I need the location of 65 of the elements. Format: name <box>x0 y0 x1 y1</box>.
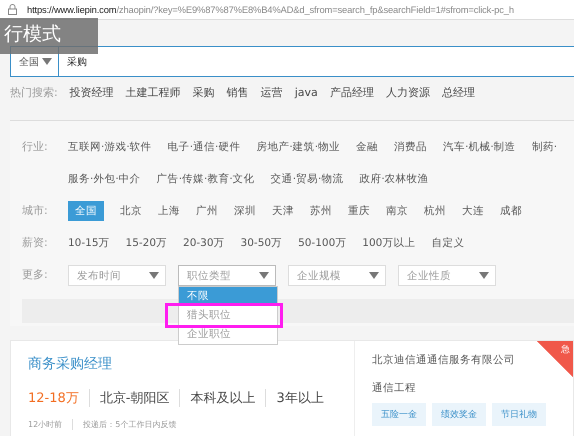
filter-option[interactable]: 100万以上 <box>362 233 416 253</box>
benefit-tag: 节日礼物 <box>492 403 546 426</box>
region-select[interactable]: 全国 <box>11 47 59 76</box>
caret-icon <box>479 272 489 279</box>
caret-icon <box>259 272 269 279</box>
hot-search-link[interactable]: java <box>294 86 318 98</box>
filter-option[interactable]: 制药· <box>532 137 558 157</box>
search-input[interactable]: 采购 <box>59 47 574 76</box>
filter-label: 行业: <box>22 139 49 155</box>
filter-option[interactable]: 成都 <box>500 201 522 221</box>
benefit-tag: 绩效奖金 <box>432 403 486 426</box>
filter-label: 更多: <box>22 267 49 283</box>
feedback-text: 投递后：5个工作日内反馈 <box>72 419 186 430</box>
filter-option[interactable]: 10-15万 <box>68 233 110 253</box>
filter-option[interactable]: 房地产·建筑·物业 <box>256 137 340 157</box>
hot-search-link[interactable]: 运营 <box>260 84 283 100</box>
filter-option[interactable]: 深圳 <box>234 201 256 221</box>
filter-option[interactable]: 交通·贸易·物流 <box>270 169 344 189</box>
lock-icon <box>8 4 17 15</box>
filter-option[interactable]: 广告·传媒·教育·文化 <box>156 169 255 189</box>
urgent-badge: 急 <box>537 341 573 377</box>
hot-search-link[interactable]: 销售 <box>226 84 249 100</box>
caret-icon <box>369 272 379 279</box>
hot-search-link[interactable]: 采购 <box>192 84 215 100</box>
filter-option[interactable]: 北京 <box>120 201 142 221</box>
filter-option[interactable]: 30-50万 <box>240 233 282 253</box>
hot-search-link[interactable]: 产品经理 <box>330 84 374 100</box>
toast-text: 行模式 <box>4 22 61 47</box>
salary-text: 12-18万 <box>28 390 80 407</box>
filter-option[interactable]: 杭州 <box>424 201 446 221</box>
filter-option[interactable]: 苏州 <box>310 201 332 221</box>
hot-search-link[interactable]: 投资经理 <box>70 84 114 100</box>
job-title[interactable]: 商务采购经理 <box>28 355 112 373</box>
hot-search-label: 热门搜索: <box>10 84 58 100</box>
search-field[interactable]: 全国 采购 <box>10 46 574 77</box>
filter-option[interactable]: 政府·农林牧渔 <box>359 169 429 189</box>
caret-icon <box>42 58 52 65</box>
industry-text: 通信工程 <box>372 381 417 395</box>
hot-search-link[interactable]: 人力资源 <box>386 84 430 100</box>
filter-option[interactable]: 天津 <box>272 201 294 221</box>
filter-option[interactable]: 消费品 <box>394 137 428 157</box>
filter-option[interactable]: 重庆 <box>348 201 370 221</box>
caret-icon <box>149 272 159 279</box>
location-text: 北京-朝阳区 <box>88 389 180 407</box>
filter-option[interactable]: 15-20万 <box>126 233 168 253</box>
filter-option[interactable]: 大连 <box>462 201 484 221</box>
filter-label: 城市: <box>22 203 49 219</box>
filter-option[interactable]: 广州 <box>196 201 218 221</box>
filter-option[interactable]: 服务·外包·中介 <box>68 169 141 189</box>
filter-option[interactable]: 50-100万 <box>298 233 346 253</box>
filter-label: 薪资: <box>22 235 49 251</box>
education-text: 本科及以上 <box>179 389 266 407</box>
filter-option[interactable]: 电子·通信·硬件 <box>168 137 240 157</box>
filter-option[interactable]: 20-30万 <box>183 233 225 253</box>
hot-search-link[interactable]: 总经理 <box>442 84 475 100</box>
filter-option[interactable]: 金融 <box>356 137 378 157</box>
experience-text: 3年以上 <box>265 389 334 407</box>
filter-option[interactable]: 汽车·机械·制造 <box>443 137 516 157</box>
posted-time: 12小时前 <box>28 419 64 430</box>
filter-option[interactable]: 自定义 <box>431 233 464 253</box>
filter-option[interactable]: 南京 <box>386 201 408 221</box>
benefit-tag: 五险一金 <box>372 403 426 426</box>
hot-search-link[interactable]: 土建工程师 <box>126 84 181 100</box>
filter-option[interactable]: 上海 <box>158 201 180 221</box>
filter-option[interactable]: 互联网·游戏·软件 <box>68 137 152 157</box>
